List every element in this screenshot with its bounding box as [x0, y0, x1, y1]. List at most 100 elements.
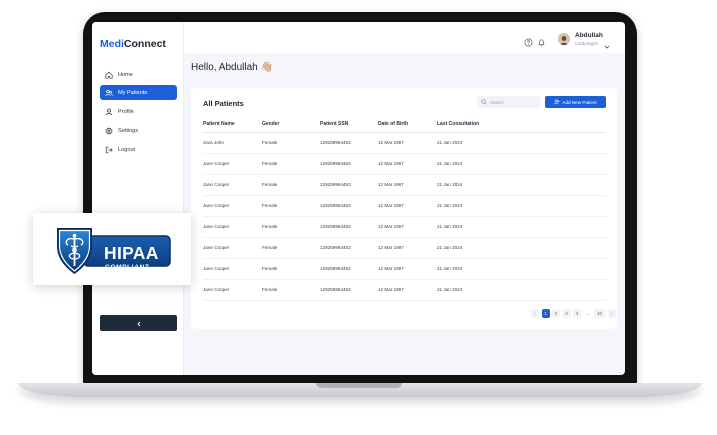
cell-last-consultation: 21 Jan 2024: [437, 245, 463, 250]
table-row[interactable]: Jane Cooper Female 129259964463 12 Mar 1997…: [203, 217, 606, 238]
cell-patient-name: Sara John: [203, 140, 224, 145]
greeting-text: Hello, Abdullah: [191, 62, 258, 73]
cell-patient-ssn: 129259964463: [320, 287, 351, 292]
cell-patient-name: Jane Cooper: [203, 161, 230, 166]
cell-patient-ssn: 129259964463: [320, 266, 351, 271]
cell-patient-ssn: 129259964463: [320, 140, 351, 145]
user-icon: [103, 106, 115, 118]
cell-gender: Female: [262, 140, 278, 145]
search-placeholder: Search: [490, 99, 504, 105]
cell-date-of-birth: 12 Mar 1997: [378, 182, 404, 187]
cell-date-of-birth: 12 Mar 1997: [378, 203, 404, 208]
cell-last-consultation: 21 Jan 2024: [437, 161, 463, 166]
cell-last-consultation: 21 Jan 2024: [437, 266, 463, 271]
table-row[interactable]: Jane Cooper Female 129259964463 12 Mar 1997…: [203, 175, 606, 196]
users-icon: [103, 87, 115, 99]
table-row[interactable]: Jane Cooper Female 129259964463 12 Mar 1997…: [203, 196, 606, 217]
search-input[interactable]: Search: [477, 96, 541, 108]
badge-subtitle: COMPLIANT: [105, 264, 150, 271]
user-name: Abdullah: [575, 32, 603, 39]
cell-patient-ssn: 129259964463: [320, 203, 351, 208]
cell-patient-name: Jane Cooper: [203, 266, 230, 271]
cell-date-of-birth: 12 Mar 1997: [378, 161, 404, 166]
search-icon: [481, 99, 487, 105]
table-row[interactable]: Jane Cooper Female 129259964463 12 Mar 1997…: [203, 280, 606, 301]
cell-date-of-birth: 12 Mar 1997: [378, 245, 404, 250]
cell-date-of-birth: 12 Mar 1997: [378, 287, 404, 292]
cell-last-consultation: 21 Jan 2024: [437, 287, 463, 292]
sidebar-item-home[interactable]: Home: [100, 67, 177, 82]
column-header-patient-name[interactable]: Patient Name: [203, 121, 235, 127]
sidebar-item-label: Profile: [118, 108, 134, 115]
cell-date-of-birth: 12 Mar 1997: [378, 224, 404, 229]
sidebar-item-label: Home: [118, 71, 133, 78]
cell-gender: Female: [262, 245, 278, 250]
chevron-down-icon[interactable]: [604, 37, 610, 49]
cell-last-consultation: 21 Jan 2024: [437, 224, 463, 229]
cell-last-consultation: 21 Jan 2024: [437, 140, 463, 145]
cell-gender: Female: [262, 266, 278, 271]
table-row[interactable]: Sara John Female 129259964463 12 Mar 1997 21…: [203, 133, 606, 154]
wave-emoji: 👋🏼: [260, 62, 273, 73]
column-header-patient-ssn[interactable]: Patient SSN: [320, 121, 348, 127]
sidebar-item-my-patients[interactable]: My Patients: [100, 85, 177, 100]
app-logo[interactable]: MediConnect: [100, 38, 166, 50]
add-new-patient-button[interactable]: Add New Patient: [545, 96, 606, 108]
hipaa-badge-panel: HIPAA COMPLIANT: [33, 213, 191, 285]
sidebar-item-logout[interactable]: Logout: [100, 142, 177, 157]
logout-icon: [103, 144, 115, 156]
pagination-page-button[interactable]: 10: [594, 309, 605, 318]
pagination-next-button[interactable]: ›: [607, 309, 616, 318]
cell-patient-ssn: 129259964463: [320, 161, 351, 166]
cell-patient-ssn: 129259964463: [320, 182, 351, 187]
cell-gender: Female: [262, 182, 278, 187]
avatar[interactable]: [558, 33, 570, 45]
column-header-gender[interactable]: Gender: [262, 121, 280, 127]
cell-last-consultation: 21 Jan 2024: [437, 203, 463, 208]
pagination-prev-button[interactable]: ‹: [531, 309, 539, 318]
user-role: Cardiologist: [575, 41, 598, 46]
product-mockup: MediConnect Home My Patients Profile Set…: [0, 0, 717, 435]
column-header-last-consultation[interactable]: Last Consultation: [437, 121, 479, 127]
sidebar-item-settings[interactable]: Settings: [100, 123, 177, 138]
badge-title: HIPAA: [104, 243, 159, 263]
sidebar-item-label: My Patients: [118, 89, 148, 96]
collapse-sidebar-button[interactable]: [100, 315, 177, 331]
cell-patient-name: Jane Cooper: [203, 203, 230, 208]
pagination-page-button[interactable]: 2: [552, 309, 560, 318]
logo-accent-text: Medi: [100, 38, 124, 50]
cell-patient-name: Jane Cooper: [203, 224, 230, 229]
cell-last-consultation: 21 Jan 2024: [437, 182, 463, 187]
chevron-left-icon: [136, 314, 142, 332]
sidebar-item-label: Logout: [118, 146, 136, 153]
pagination-page-button[interactable]: 4: [573, 309, 581, 318]
sidebar-item-label: Settings: [118, 127, 139, 134]
cell-gender: Female: [262, 224, 278, 229]
cell-gender: Female: [262, 161, 278, 166]
gear-icon: [103, 125, 115, 137]
table-row[interactable]: Jane Cooper Female 129259964463 12 Mar 1997…: [203, 238, 606, 259]
page-greeting: Hello, Abdullah 👋🏼: [191, 62, 273, 73]
patients-card: All Patients Search Add New Patient Pati…: [191, 88, 617, 329]
logo-text: Connect: [123, 38, 166, 50]
cell-gender: Female: [262, 287, 278, 292]
sidebar-item-profile[interactable]: Profile: [100, 104, 177, 119]
pagination-page-button[interactable]: 3: [562, 309, 571, 318]
help-icon[interactable]: [524, 34, 533, 47]
cell-patient-name: Jane Cooper: [203, 287, 230, 292]
cell-date-of-birth: 12 Mar 1997: [378, 140, 404, 145]
cell-patient-name: Jane Cooper: [203, 245, 230, 250]
cell-patient-ssn: 129259964463: [320, 245, 351, 250]
column-header-date-of-birth[interactable]: Date of Birth: [378, 121, 408, 127]
app-screen: MediConnect Home My Patients Profile Set…: [92, 22, 625, 375]
cell-gender: Female: [262, 203, 278, 208]
bell-icon[interactable]: [537, 34, 546, 47]
cell-date-of-birth: 12 Mar 1997: [378, 266, 404, 271]
pagination-ellipsis: ...: [585, 311, 590, 316]
add-user-icon: [554, 99, 562, 105]
pagination-page-button[interactable]: 1: [541, 309, 550, 318]
card-title: All Patients: [203, 99, 244, 108]
add-button-label: Add New Patient: [562, 99, 597, 105]
table-row[interactable]: Jane Cooper Female 129259964463 12 Mar 1997…: [203, 259, 606, 280]
table-row[interactable]: Jane Cooper Female 129259964463 12 Mar 1997…: [203, 154, 606, 175]
